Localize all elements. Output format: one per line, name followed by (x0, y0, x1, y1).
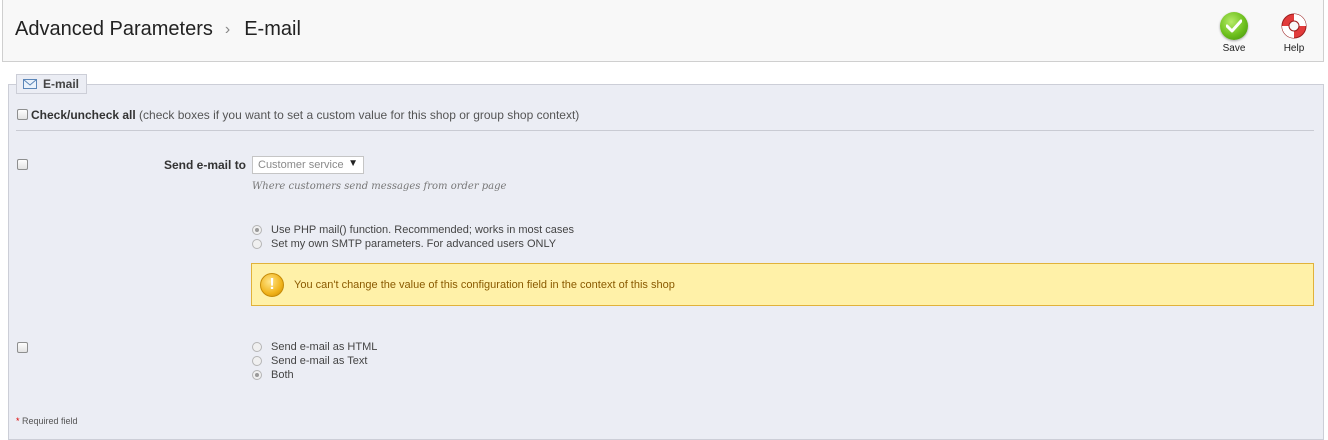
breadcrumb-parent[interactable]: Advanced Parameters (15, 18, 213, 41)
send-to-label: Send e-mail to (164, 158, 247, 172)
page-toolbar: Advanced Parameters › E-mail Save Help (2, 0, 1324, 62)
format-option-text[interactable]: Send e-mail as Text (252, 355, 367, 367)
send-to-value: Customer service (258, 159, 344, 171)
lifebuoy-icon (1281, 13, 1307, 39)
warning-text: You can't change the value of this confi… (294, 278, 675, 291)
legend-label: E-mail (43, 77, 80, 91)
radio-label: Send e-mail as HTML (271, 341, 378, 353)
format-shop-checkbox[interactable] (17, 342, 28, 353)
radio-label: Send e-mail as Text (271, 355, 368, 367)
envelope-icon (23, 79, 37, 89)
email-fieldset (8, 84, 1324, 440)
send-to-shop-checkbox[interactable] (17, 159, 28, 170)
breadcrumb-separator: › (224, 20, 231, 38)
warning-icon: ! (260, 272, 284, 297)
mail-method-option-php[interactable]: Use PHP mail() function. Recommended; wo… (252, 224, 574, 236)
breadcrumb: Advanced Parameters › E-mail (15, 18, 301, 41)
fieldset-legend: E-mail (16, 74, 88, 94)
radio-label: Set my own SMTP parameters. For advanced… (271, 238, 557, 250)
required-text: Required field (19, 416, 78, 426)
format-option-html[interactable]: Send e-mail as HTML (252, 341, 377, 353)
help-button[interactable]: Help (1269, 10, 1319, 56)
radio-both[interactable] (252, 370, 262, 380)
radio-label: Use PHP mail() function. Recommended; wo… (271, 224, 575, 236)
save-check-icon (1220, 12, 1248, 40)
dropdown-arrow-icon: ▼ (348, 158, 358, 169)
check-all-bold: Check/uncheck all (31, 108, 136, 122)
save-label: Save (1222, 43, 1246, 54)
save-button[interactable]: Save (1209, 10, 1259, 56)
divider (16, 130, 1314, 131)
radio-smtp[interactable] (252, 239, 262, 249)
radio-text[interactable] (252, 356, 262, 366)
send-to-hint: Where customers send messages from order… (252, 181, 507, 192)
radio-label: Both (271, 369, 294, 381)
check-all-label: Check/uncheck all (check boxes if you wa… (31, 108, 579, 122)
page-title: E-mail (244, 18, 301, 40)
help-label: Help (1283, 43, 1305, 54)
check-all-hint: (check boxes if you want to set a custom… (135, 108, 580, 122)
radio-html[interactable] (252, 342, 262, 352)
mail-method-option-smtp[interactable]: Set my own SMTP parameters. For advanced… (252, 238, 556, 250)
radio-php-mail[interactable] (252, 225, 262, 235)
required-field-note: * Required field (16, 416, 78, 426)
warning-message: ! You can't change the value of this con… (251, 263, 1314, 306)
send-to-select[interactable]: Customer service ▼ (252, 156, 364, 174)
check-all-checkbox[interactable] (17, 109, 28, 120)
format-option-both[interactable]: Both (252, 369, 294, 381)
